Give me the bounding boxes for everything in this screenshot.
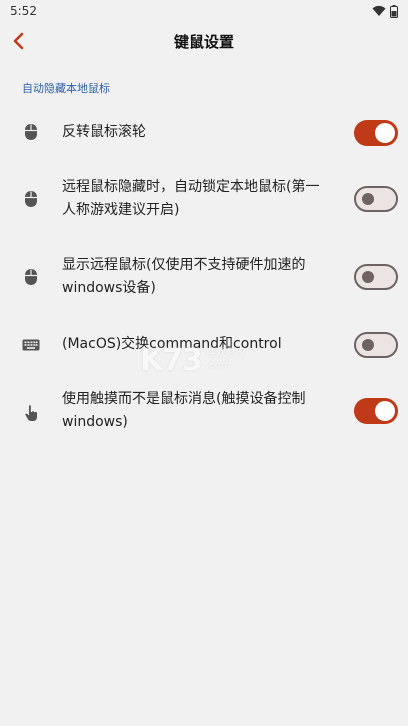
back-button[interactable] xyxy=(6,28,30,54)
setting-row-invert-scroll[interactable]: 反转鼠标滚轮 xyxy=(0,116,408,150)
setting-row-show-remote-mouse[interactable]: 显示远程鼠标(仅使用不支持硬件加速的windows设备) xyxy=(0,252,408,302)
watermark-main: K73 xyxy=(140,342,203,378)
toggle-switch[interactable] xyxy=(354,120,398,146)
setting-row-lock-local-mouse[interactable]: 远程鼠标隐藏时，自动锁定本地鼠标(第一人称游戏建议开启) xyxy=(0,174,408,224)
status-time: 5:52 xyxy=(10,4,37,18)
section-header: 自动隐藏本地鼠标 xyxy=(22,82,110,95)
toggle-switch[interactable] xyxy=(354,264,398,290)
watermark-logo: K73 游戏之家 .com xyxy=(140,340,270,380)
app-bar: 键鼠设置 xyxy=(0,22,408,60)
toggle-knob xyxy=(375,123,395,143)
page-title: 键鼠设置 xyxy=(173,32,234,51)
toggle-knob xyxy=(375,401,395,421)
setting-row-use-touch[interactable]: 使用触摸而不是鼠标消息(触摸设备控制windows) xyxy=(0,388,408,438)
toggle-knob xyxy=(362,193,374,205)
mouse-icon xyxy=(22,268,40,286)
toggle-switch[interactable] xyxy=(354,332,398,358)
setting-label: 使用触摸而不是鼠标消息(触摸设备控制windows) xyxy=(62,391,306,430)
mouse-icon xyxy=(22,190,40,208)
watermark-line1: 游戏之家 xyxy=(206,348,246,359)
touch-icon xyxy=(22,404,40,422)
keyboard-icon xyxy=(22,336,40,354)
toggle-switch[interactable] xyxy=(354,186,398,212)
watermark-line2: .com xyxy=(206,360,231,371)
chevron-left-icon xyxy=(13,32,24,50)
status-icons xyxy=(372,4,398,18)
setting-label: 反转鼠标滚轮 xyxy=(62,124,146,140)
toggle-knob xyxy=(362,271,374,283)
setting-label: 远程鼠标隐藏时，自动锁定本地鼠标(第一人称游戏建议开启) xyxy=(62,179,320,218)
status-bar: 5:52 xyxy=(0,0,408,22)
watermark-side: 游戏之家 .com xyxy=(206,348,246,372)
mouse-icon xyxy=(22,123,40,141)
toggle-switch[interactable] xyxy=(354,398,398,424)
wifi-icon xyxy=(372,5,386,16)
setting-label: 显示远程鼠标(仅使用不支持硬件加速的windows设备) xyxy=(62,257,306,296)
toggle-knob xyxy=(362,339,374,351)
battery-icon xyxy=(390,4,398,18)
